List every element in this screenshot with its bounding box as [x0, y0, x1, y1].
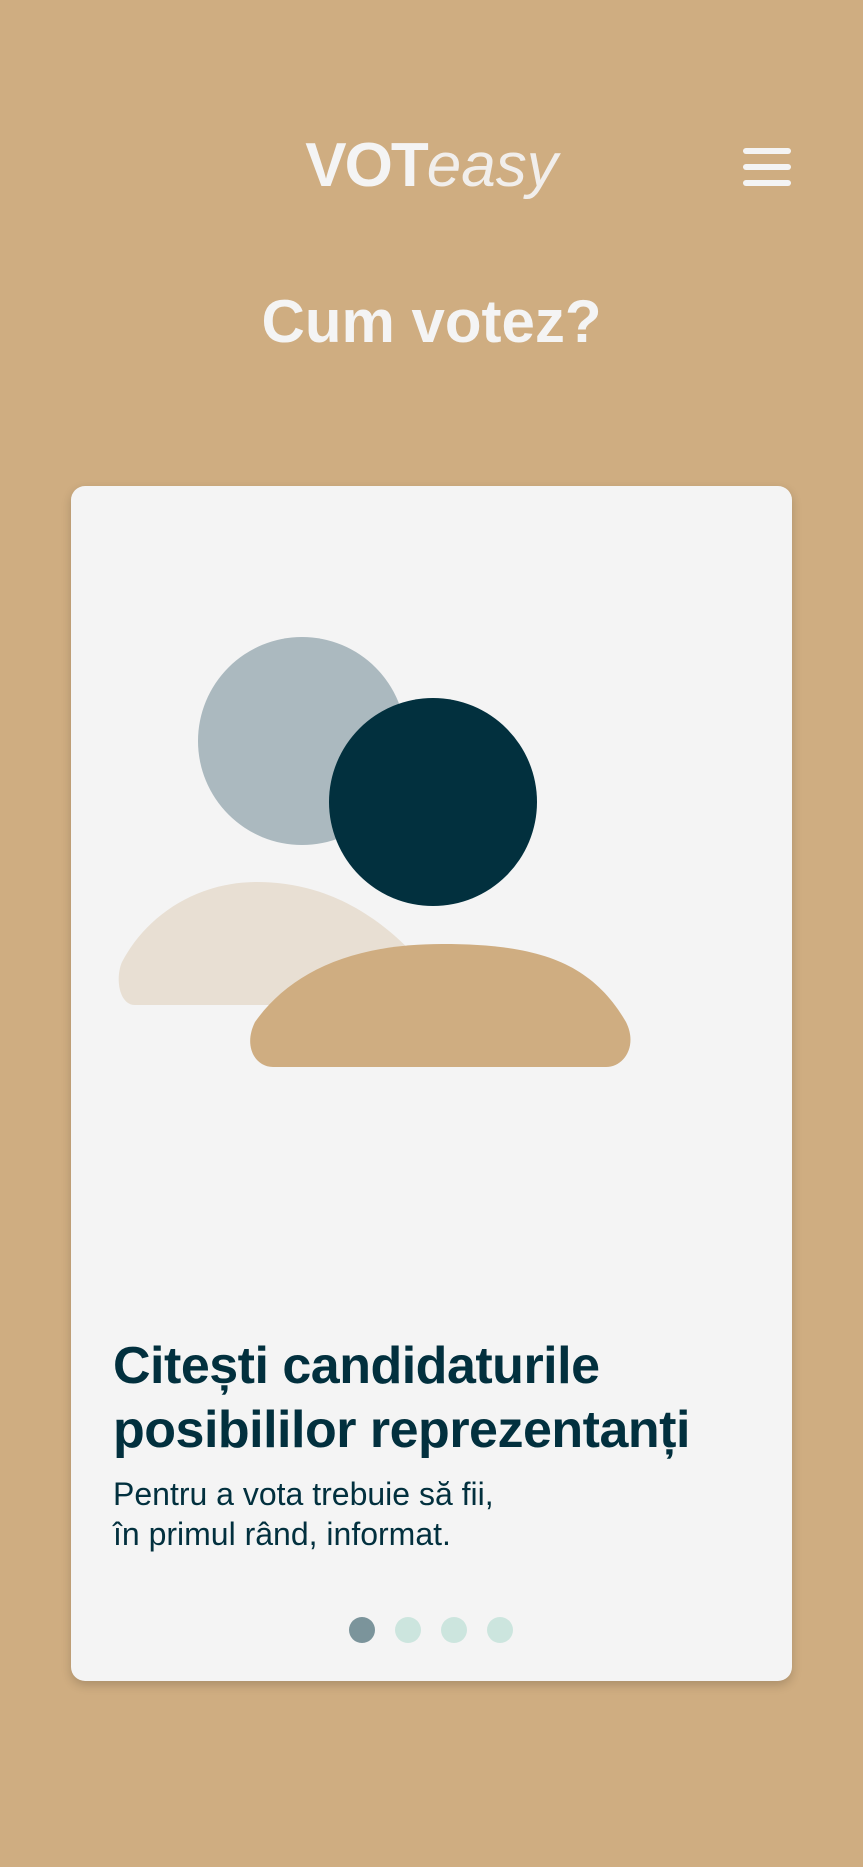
- front-person-head-shape: [329, 698, 537, 906]
- app-logo: VOTeasy: [0, 128, 863, 204]
- logo-bold-text: VOT: [305, 131, 428, 200]
- slide-heading-line-2: posibililor reprezentanți: [113, 1401, 690, 1459]
- carousel-dot-1[interactable]: [349, 1617, 375, 1643]
- menu-line: [743, 164, 791, 170]
- slide-description: Pentru a vota trebuie să fii, în primul …: [113, 1474, 753, 1554]
- carousel-card[interactable]: Citești candidaturile posibililor reprez…: [71, 486, 792, 1681]
- logo-light-text: easy: [426, 131, 558, 200]
- menu-line: [743, 180, 791, 186]
- page-title: Cum votez?: [261, 288, 602, 355]
- hamburger-menu-icon[interactable]: [740, 144, 794, 190]
- carousel-dot-2[interactable]: [395, 1617, 421, 1643]
- people-icon: [118, 637, 631, 1067]
- carousel-dot-4[interactable]: [487, 1617, 513, 1643]
- slide-heading: Citești candidaturile posibililor reprez…: [113, 1334, 773, 1462]
- slide-description-line-2: în primul rând, informat.: [113, 1516, 451, 1552]
- menu-line: [743, 148, 791, 154]
- slide-heading-line-1: Citești candidaturile: [113, 1337, 600, 1395]
- carousel-dot-3[interactable]: [441, 1617, 467, 1643]
- slide-description-line-1: Pentru a vota trebuie să fii,: [113, 1476, 494, 1512]
